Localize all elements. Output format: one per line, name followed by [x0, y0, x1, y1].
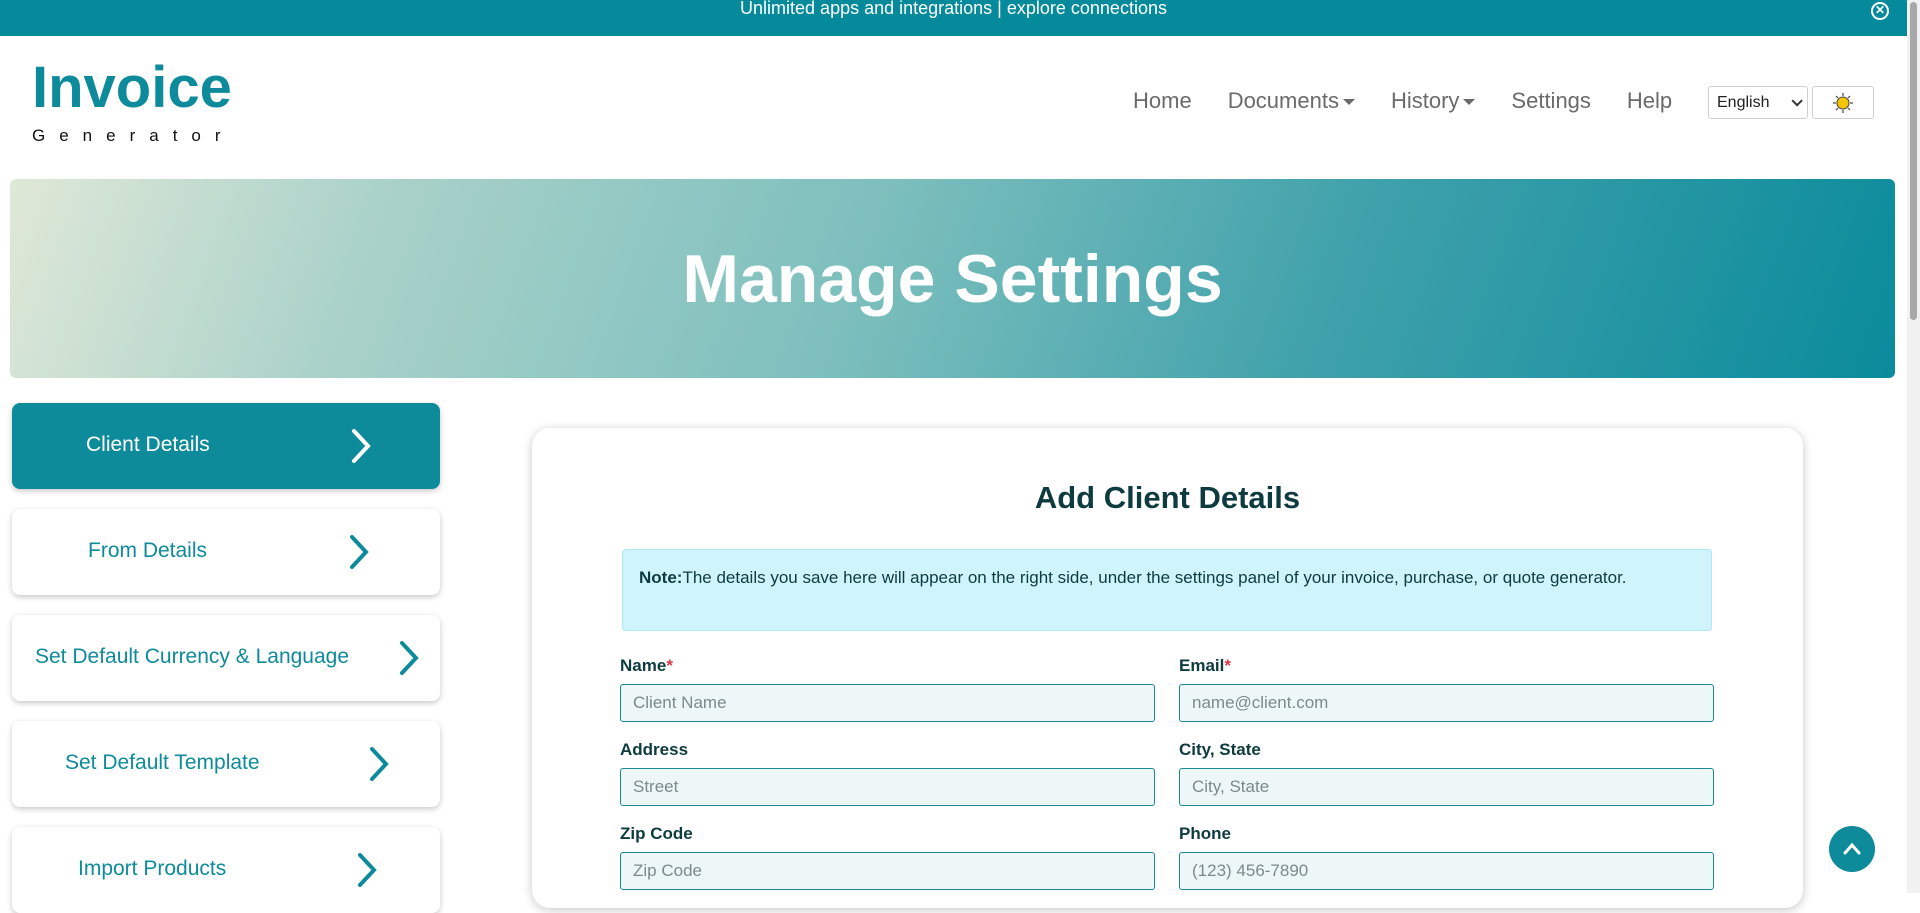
- nav-home[interactable]: Home: [1133, 88, 1192, 114]
- announcement-text[interactable]: Unlimited apps and integrations | explor…: [740, 0, 1167, 18]
- zip-code-label: Zip Code: [620, 824, 693, 843]
- caret-down-icon: [1463, 99, 1476, 106]
- chevron-right-icon: [352, 429, 371, 463]
- caret-down-icon: [1342, 99, 1355, 106]
- phone-label: Phone: [1179, 824, 1231, 843]
- chevron-up-icon: [1843, 842, 1861, 855]
- city-state-input[interactable]: [1179, 768, 1714, 806]
- language-selected: English: [1717, 93, 1770, 111]
- address-label: Address: [620, 740, 689, 759]
- sidebar-item-default-template[interactable]: Set Default Template: [12, 721, 440, 807]
- sun-icon: [1833, 92, 1853, 113]
- chevron-right-icon: [358, 853, 377, 887]
- logo[interactable]: Invoice Generator: [32, 56, 235, 146]
- city-state-label: City, State: [1179, 740, 1261, 759]
- chevron-right-icon: [350, 535, 369, 569]
- phone-input[interactable]: [1179, 852, 1714, 890]
- chevron-right-icon: [370, 747, 389, 781]
- main-nav: Home Documents History Settings Help: [1133, 88, 1672, 114]
- sidebar-item-client-details[interactable]: Client Details: [12, 403, 440, 489]
- client-details-card: Add Client Details Note:The details you …: [532, 428, 1803, 908]
- note-text: The details you save here will appear on…: [682, 568, 1627, 587]
- chevron-down-icon: [1791, 94, 1803, 107]
- sidebar-item-label: Client Details: [86, 433, 210, 456]
- email-input[interactable]: [1179, 684, 1714, 722]
- sidebar-item-label: Import Products: [78, 857, 227, 880]
- close-icon[interactable]: ✕: [1871, 2, 1889, 20]
- theme-toggle-button[interactable]: [1812, 86, 1874, 119]
- sidebar-item-default-currency-language[interactable]: Set Default Currency & Language: [12, 615, 440, 701]
- scroll-to-top-button[interactable]: [1829, 826, 1875, 872]
- name-label-text: Name: [620, 656, 667, 675]
- logo-title: Invoice: [32, 55, 232, 120]
- announcement-bar: Unlimited apps and integrations | explor…: [0, 0, 1907, 36]
- sidebar-item-from-details[interactable]: From Details: [12, 509, 440, 595]
- sidebar-item-label: Set Default Currency & Language: [35, 645, 350, 668]
- chevron-right-icon: [400, 641, 419, 675]
- sidebar-item-import-products[interactable]: Import Products: [12, 827, 440, 913]
- note-prefix: Note:: [639, 568, 683, 587]
- logo-subtitle: Generator: [32, 126, 235, 145]
- form-title: Add Client Details: [1034, 480, 1301, 515]
- language-select[interactable]: English: [1708, 86, 1808, 119]
- nav-help[interactable]: Help: [1627, 88, 1672, 114]
- nav-settings[interactable]: Settings: [1511, 88, 1591, 114]
- scrollbar-thumb[interactable]: [1910, 2, 1917, 320]
- name-input[interactable]: [620, 684, 1155, 722]
- zip-code-input[interactable]: [620, 852, 1155, 890]
- sidebar-item-label: Set Default Template: [65, 751, 260, 774]
- nav-documents-label: Documents: [1227, 88, 1339, 113]
- hero-banner: Manage Settings: [10, 179, 1895, 378]
- email-label: Email*: [1179, 656, 1231, 676]
- required-mark: *: [666, 656, 673, 675]
- page-scrollbar[interactable]: [1907, 0, 1920, 893]
- page-title: Manage Settings: [682, 240, 1223, 317]
- sidebar-item-label: From Details: [88, 539, 208, 562]
- email-label-text: Email: [1179, 656, 1225, 675]
- name-label: Name*: [620, 656, 673, 676]
- nav-history-label: History: [1390, 88, 1460, 113]
- nav-history[interactable]: History: [1390, 88, 1476, 114]
- info-note: Note:The details you save here will appe…: [622, 549, 1712, 631]
- address-input[interactable]: [620, 768, 1155, 806]
- nav-documents[interactable]: Documents: [1228, 88, 1355, 114]
- required-mark: *: [1224, 656, 1231, 675]
